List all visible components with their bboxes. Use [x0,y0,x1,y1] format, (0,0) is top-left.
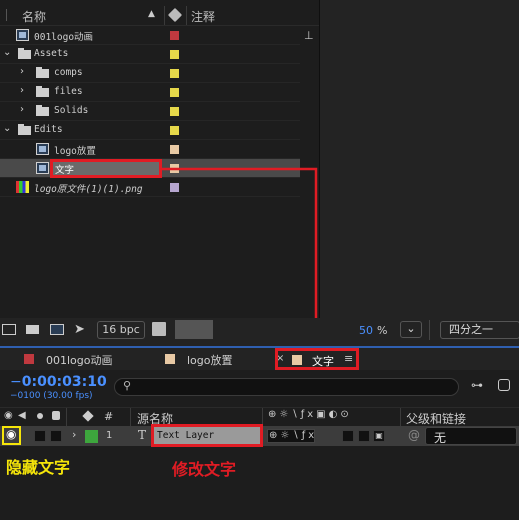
layer-index: 1 [106,430,113,441]
new-folder-icon[interactable] [26,325,39,334]
tab-color-swatch [292,355,302,365]
frame-info: −0100 (30.00 fps) [10,391,93,401]
tab-menu-icon[interactable]: ≡ [344,352,353,365]
zoom-unit: % [377,324,388,337]
toolbar-divider [429,320,430,340]
resolution-dropdown[interactable]: 四分之一 [440,321,519,339]
search-icon: ⚲ [123,379,132,392]
visibility-toggle[interactable]: ◉ [2,426,21,445]
zoom-value[interactable]: 50 [359,324,373,337]
trash-icon[interactable] [152,322,166,336]
project-toolbar: ➤ 16 bpc 50 % ⌄ 四分之一 [0,318,519,342]
eye-icon: ◉ [6,427,17,441]
timeline-panel: −0:00:03:10 −0100 (30.00 fps) ⚲ ⊶ ◉ ◀ # … [0,370,519,520]
parent-dropdown[interactable]: 无 [425,427,517,445]
chevron-right-icon[interactable]: › [72,428,76,441]
layer-name: Text Layer [157,430,215,441]
column-divider [66,408,67,426]
solo-icon[interactable] [37,413,43,419]
motion-blur-toggle[interactable] [342,430,354,442]
tab-color-swatch [24,354,34,364]
tab-label: logo放置 [187,354,233,367]
zoom-dropdown-icon[interactable]: ⌄ [400,321,422,338]
table-row[interactable]: ◉ › 1 T Text Layer ⊕☼∖ƒx ▣ @ 无 [0,424,519,447]
bpc-button[interactable]: 16 bpc [97,321,145,339]
timecode[interactable]: −0:00:03:10 [10,374,107,390]
audio-toggle[interactable] [34,430,46,442]
label-tag-icon[interactable] [82,410,94,422]
pick-whip-icon[interactable]: @ [408,428,420,442]
lock-icon[interactable] [52,411,60,420]
switches-header-icons[interactable]: ⊕☼∖ƒx▣◐⊙ [268,409,352,420]
hide-text-annotation: 隐藏文字 [6,458,71,477]
composition-tabs: 001logo动画 logo放置 × 文字 ≡ [0,346,519,370]
layer-name-field[interactable]: Text Layer [151,424,263,447]
tab-text-active[interactable]: 文字 ≡ [275,348,359,370]
comp-flowchart-icon[interactable]: ⊶ [471,378,483,392]
audio-icon[interactable]: ◀ [18,410,26,421]
tab-001logo[interactable]: 001logo动画 [24,352,144,368]
layer-switches[interactable]: ⊕☼∖ƒx [267,429,315,443]
parent-link-header[interactable]: 父级和链接 [406,410,466,427]
video-eye-icon[interactable]: ◉ [4,410,13,421]
layer-label-color[interactable] [85,430,98,443]
column-divider [400,408,401,426]
layer-column-headers: ◉ ◀ # 源名称 ⊕☼∖ƒx▣◐⊙ 父级和链接 [0,407,519,427]
3d-layer-toggle[interactable]: ▣ [373,430,385,442]
new-composition-icon[interactable] [50,324,64,335]
graph-editor-icon[interactable] [498,379,510,391]
layer-number-header: # [104,410,114,423]
column-divider [130,408,131,426]
tab-label: 001logo动画 [46,354,113,367]
lock-toggle[interactable] [50,430,62,442]
text-layer-icon: T [138,428,147,442]
edit-text-annotation: 修改文字 [172,460,237,479]
parent-value: 无 [434,431,447,445]
layer-search-input[interactable]: ⚲ [114,378,459,396]
tab-label: 文字 [312,355,334,368]
render-queue-icon[interactable]: ➤ [74,322,85,337]
color-swatch-button[interactable] [175,320,213,339]
interpret-footage-icon[interactable] [2,324,16,335]
tab-logo-placement[interactable]: logo放置 [165,352,265,368]
tab-color-swatch [165,354,175,364]
adjustment-toggle[interactable] [358,430,370,442]
